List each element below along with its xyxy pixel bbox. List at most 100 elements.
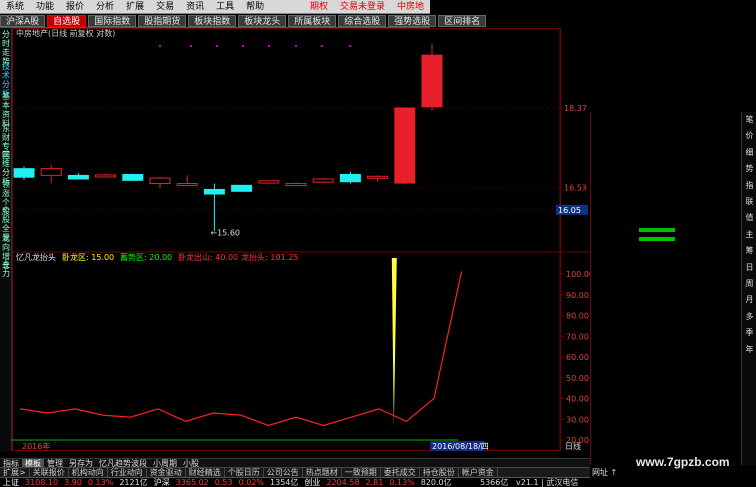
menu-item-1[interactable]: 功能: [30, 0, 60, 14]
function-button-4[interactable]: 资金驱动: [147, 467, 186, 478]
menu-item-0[interactable]: 系统: [0, 0, 30, 14]
left-sidebar-item-8[interactable]: 主力: [1, 260, 11, 278]
year-label: 2016年: [22, 441, 50, 451]
menu-right-item-1[interactable]: 交易未登录: [334, 0, 391, 14]
site-watermark: www.7gpzb.com: [636, 455, 730, 469]
menu-item-6[interactable]: 资讯: [180, 0, 210, 14]
candle-body: [40, 168, 62, 176]
function-button-2[interactable]: 机构动向: [69, 467, 108, 478]
function-button-3[interactable]: 行业动向: [108, 467, 147, 478]
chart-frame: [12, 28, 561, 451]
status-item-1: 3108.10: [25, 477, 59, 487]
indicator-param-1: 蓄势区: 20.00: [120, 252, 172, 262]
candle-body: [285, 183, 307, 187]
status-item-2: 3.90: [64, 477, 82, 487]
chart-header: 中房地产(日线 前复权 对数): [16, 28, 115, 38]
right-sidebar-item-13[interactable]: 季: [742, 327, 756, 339]
quote-panel: [590, 112, 741, 465]
indicator-param-0: 卧龙区: 15.00: [62, 252, 114, 262]
right-sidebar-item-5[interactable]: 联: [742, 196, 756, 208]
menu-right-item-2[interactable]: 中房地: [391, 0, 430, 14]
left-sidebar-item-2[interactable]: 基本资料: [1, 92, 11, 128]
menu-item-7[interactable]: 工具: [210, 0, 240, 14]
status-item-7: 0.53: [214, 477, 233, 487]
function-button-12[interactable]: 帐户资金: [459, 467, 498, 478]
right-sidebar-item-3[interactable]: 势: [742, 163, 756, 175]
right-sidebar-item-7[interactable]: 主: [742, 229, 756, 241]
candle-body: [258, 180, 280, 184]
menu-item-5[interactable]: 交易: [150, 0, 180, 14]
menu-item-8[interactable]: 帮助: [240, 0, 270, 14]
function-button-8[interactable]: 热点题材: [303, 467, 342, 478]
right-sidebar-item-12[interactable]: 多: [742, 311, 756, 323]
signal-marker: [295, 45, 297, 47]
left-sidebar-item-0[interactable]: 分时走势: [1, 30, 11, 66]
market-tab-7[interactable]: 综合选股: [338, 14, 387, 27]
market-tab-3[interactable]: 股指期货: [138, 14, 187, 27]
signal-marker: [216, 45, 218, 47]
indicator-title: 忆凡龙抬头: [16, 252, 56, 262]
function-button-7[interactable]: 公司公告: [264, 467, 303, 478]
indicator-tick-label: 50.00: [566, 374, 589, 383]
right-sidebar-item-14[interactable]: 年: [742, 344, 756, 356]
period-label[interactable]: 日线: [565, 441, 581, 451]
rb-extra: 5366亿: [480, 478, 509, 487]
candle-body: [149, 177, 171, 185]
menu-right-item-0[interactable]: 期权: [304, 0, 334, 14]
left-function-sidebar: 分时走势 技术分析 基本资料 东财专区 四维分析 领涨个股 个股全景 北向增仓 主力: [0, 28, 12, 451]
kline-chart-svg[interactable]: 中房地产(日线 前复权 对数) 18.37 16.53 16.05 ←15.60 忆凡龙抬…: [12, 28, 594, 453]
right-sidebar-item-9[interactable]: 日: [742, 262, 756, 274]
right-sidebar-item-8[interactable]: 筹: [742, 245, 756, 257]
right-sidebar-item-11[interactable]: 月: [742, 294, 756, 306]
status-item-9: 1354亿: [270, 477, 299, 487]
right-sidebar-item-1[interactable]: 价: [742, 130, 756, 142]
function-button-11[interactable]: 持仓股份: [420, 467, 459, 478]
menu-bar: 系统 功能 报价 分析 扩展 交易 资讯 工具 帮助 期权 交易未登录 中房地: [0, 0, 430, 14]
indicator-param-2: 卧龙出山: 40.00: [178, 252, 238, 262]
status-item-12: 2.81: [365, 477, 384, 487]
kline-chart-area[interactable]: 中房地产(日线 前复权 对数) 18.37 16.53 16.05 ←15.60 忆凡龙抬…: [12, 28, 594, 453]
right-sidebar-item-10[interactable]: 周: [742, 278, 756, 290]
price-tick-label: 18.37: [564, 104, 587, 113]
right-sidebar-item-4[interactable]: 指: [742, 180, 756, 192]
market-tab-1[interactable]: 自选股: [47, 14, 87, 27]
tick-row: [591, 419, 742, 429]
market-tab-5[interactable]: 板块龙头: [238, 14, 287, 27]
function-button-0[interactable]: 扩展>: [0, 467, 30, 478]
function-button-9[interactable]: 一致预期: [342, 467, 381, 478]
market-tab-6[interactable]: 所属板块: [288, 14, 337, 27]
candle-body: [176, 183, 198, 187]
menu-right: 期权 交易未登录 中房地: [304, 0, 430, 14]
market-tab-9[interactable]: 区间排名: [438, 14, 487, 27]
menu-item-2[interactable]: 报价: [60, 0, 90, 14]
candle-body-fill: [394, 107, 415, 184]
indicator-param-3: 龙抬头: 101.25: [241, 252, 298, 262]
flow-bar: [639, 237, 675, 242]
function-button-6[interactable]: 个股日历: [225, 467, 264, 478]
market-tab-8[interactable]: 强势选股: [388, 14, 437, 27]
menu-item-4[interactable]: 扩展: [120, 0, 150, 14]
candle-body-fill: [422, 55, 442, 107]
indicator-tick-label: 70.00: [566, 332, 589, 341]
function-button-5[interactable]: 财经精选: [186, 467, 225, 478]
candle-body: [67, 174, 89, 180]
indicator-tick-label: 100.00: [566, 270, 590, 279]
candle-body: [122, 173, 144, 181]
candle-body: [367, 175, 389, 179]
signal-bar: [391, 258, 397, 426]
signal-marker: [242, 45, 244, 47]
function-button-1[interactable]: 关联报价: [30, 467, 69, 478]
right-sidebar-item-0[interactable]: 笔: [742, 114, 756, 126]
right-sidebar-item-6[interactable]: 值: [742, 212, 756, 224]
market-tab-2[interactable]: 国际指数: [88, 14, 137, 27]
market-tab-0[interactable]: 沪深A股: [0, 14, 46, 27]
indicator-tick-label: 30.00: [566, 415, 589, 424]
function-button-10[interactable]: 委托成交: [381, 467, 420, 478]
menu-item-3[interactable]: 分析: [90, 0, 120, 14]
status-item-13: 0.13%: [389, 477, 415, 487]
candle-body: [339, 173, 361, 183]
status-item-6: 3365.02: [175, 477, 209, 487]
market-tab-4[interactable]: 板块指数: [188, 14, 237, 27]
bid-row: [591, 131, 742, 141]
right-sidebar-item-2[interactable]: 细: [742, 147, 756, 159]
